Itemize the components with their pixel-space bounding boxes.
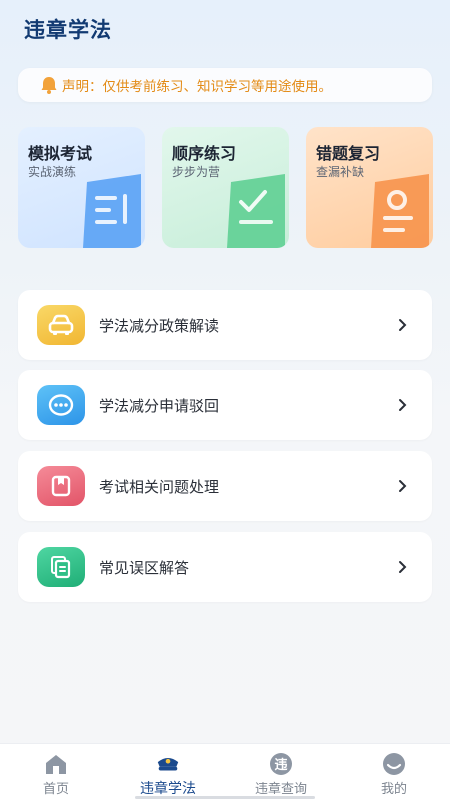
list-item-label: 常见误区解答	[99, 558, 190, 577]
page-title: 违章学法	[24, 18, 112, 42]
user-icon	[381, 752, 407, 776]
home-icon	[43, 752, 69, 776]
list-item-policy[interactable]: 学法减分政策解读	[18, 290, 432, 360]
list-item-appeal[interactable]: 学法减分申请驳回	[18, 370, 432, 440]
list-item-label: 学法减分政策解读	[99, 316, 220, 335]
list-item-label: 考试相关问题处理	[99, 477, 220, 496]
tab-label: 违章查询	[254, 782, 307, 797]
exam-sheet-icon	[83, 174, 141, 248]
bookmark-icon	[37, 466, 85, 506]
tab-violation-study[interactable]: 违章学法	[112, 744, 224, 800]
tab-label: 首页	[42, 782, 69, 797]
documents-icon	[37, 547, 85, 587]
tab-label: 违章学法	[140, 781, 196, 797]
tab-violation-query[interactable]: 违 违章查询	[225, 744, 337, 800]
list-item-label: 学法减分申请驳回	[99, 396, 220, 415]
tab-mine[interactable]: 我的	[338, 744, 450, 800]
mock-exam-title: 模拟考试	[28, 144, 93, 163]
notice-text: 声明：仅供考前练习、知识学习等用途使用。	[62, 79, 332, 95]
wrong-questions-title: 错题复习	[316, 144, 381, 163]
review-sheet-icon	[371, 174, 429, 248]
tab-home[interactable]: 首页	[0, 744, 112, 800]
tab-label: 我的	[380, 782, 407, 797]
sequential-practice-subtitle: 步步为营	[172, 165, 221, 179]
list-item-exam-issues[interactable]: 考试相关问题处理	[18, 451, 432, 521]
chevron-right-icon	[388, 560, 418, 574]
list-item-misconceptions[interactable]: 常见误区解答	[18, 532, 432, 602]
disclaimer-notice: 声明：仅供考前练习、知识学习等用途使用。	[18, 68, 432, 102]
wrong-questions-card[interactable]: 错题复习 查漏补缺	[306, 127, 433, 248]
violation-badge-icon: 违	[268, 752, 294, 776]
mock-exam-card[interactable]: 模拟考试 实战演练	[18, 127, 145, 248]
sequential-practice-card[interactable]: 顺序练习 步步为营	[162, 127, 289, 248]
chevron-right-icon	[388, 479, 418, 493]
home-indicator	[135, 796, 315, 799]
chevron-right-icon	[388, 398, 418, 412]
wrong-questions-subtitle: 查漏补缺	[316, 165, 365, 179]
chat-bubble-icon	[37, 385, 85, 425]
violation-badge-char: 违	[274, 757, 287, 773]
bell-icon	[38, 74, 60, 96]
bottom-tab-bar: 首页 违章学法 违 违章查询 我的	[0, 743, 450, 800]
car-icon	[37, 305, 85, 345]
practice-cards: 模拟考试 实战演练 顺序练习 步步为营 错题复习 查漏补缺	[18, 127, 433, 248]
checklist-icon	[227, 174, 285, 248]
chevron-right-icon	[388, 318, 418, 332]
mock-exam-subtitle: 实战演练	[28, 165, 77, 179]
sequential-practice-title: 顺序练习	[172, 144, 237, 163]
police-cap-icon	[155, 752, 181, 776]
